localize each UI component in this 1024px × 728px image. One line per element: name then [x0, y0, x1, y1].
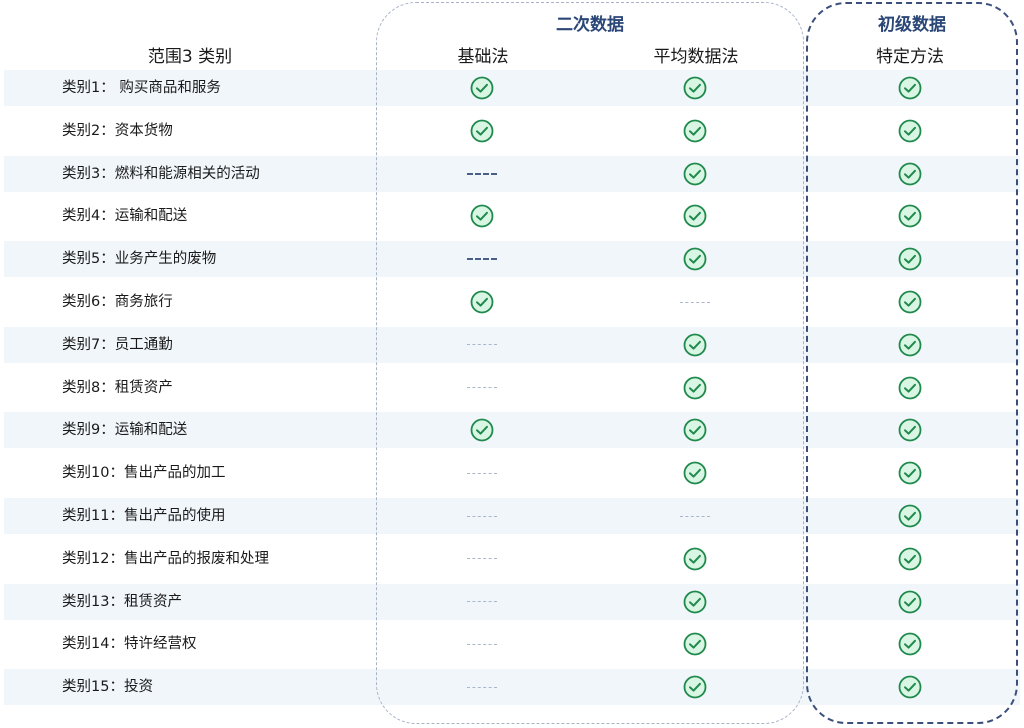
check-icon — [675, 116, 715, 146]
check-icon — [675, 544, 715, 574]
dash-mark — [467, 172, 497, 175]
check-icon — [890, 330, 930, 360]
row-label: 类别15：投资 — [62, 679, 153, 696]
check-icon — [462, 287, 502, 317]
row-label: 类别3：燃料和能源相关的活动 — [62, 165, 260, 182]
check-icon — [675, 587, 715, 617]
check-icon — [462, 201, 502, 231]
check-icon — [890, 415, 930, 445]
category-column-header: 范围3 类别 — [147, 47, 233, 67]
average-data-method-column-header: 平均数据法 — [653, 47, 739, 67]
check-icon — [462, 116, 502, 146]
check-icon — [890, 672, 930, 702]
check-icon — [675, 159, 715, 189]
dash-icon — [462, 159, 502, 189]
check-icon — [890, 544, 930, 574]
dash-mark — [467, 601, 497, 603]
check-icon — [675, 629, 715, 659]
secondary-data-group-box — [376, 2, 804, 724]
check-icon — [890, 73, 930, 103]
row-label: 类别4：运输和配送 — [62, 208, 188, 225]
check-icon — [890, 201, 930, 231]
check-icon — [890, 629, 930, 659]
dash-icon — [462, 373, 502, 403]
check-icon — [675, 201, 715, 231]
check-icon — [890, 373, 930, 403]
check-icon — [890, 501, 930, 531]
row-label: 类别8：租赁资产 — [62, 379, 173, 396]
row-label: 类别5：业务产生的废物 — [62, 251, 217, 268]
dash-mark — [467, 558, 497, 560]
check-icon — [675, 458, 715, 488]
dash-icon — [462, 501, 502, 531]
check-icon — [675, 73, 715, 103]
dash-icon — [462, 544, 502, 574]
row-label: 类别2：资本货物 — [62, 122, 173, 139]
check-icon — [890, 116, 930, 146]
row-label: 类别13：租赁资产 — [62, 593, 182, 610]
dash-mark — [680, 301, 710, 303]
dash-mark — [680, 515, 710, 517]
check-icon — [890, 159, 930, 189]
dash-mark — [467, 258, 497, 261]
dash-icon — [462, 672, 502, 702]
check-icon — [890, 244, 930, 274]
check-icon — [675, 244, 715, 274]
dash-mark — [467, 643, 497, 645]
dash-icon — [462, 587, 502, 617]
check-icon — [675, 373, 715, 403]
row-label: 类别7：员工通勤 — [62, 336, 173, 353]
check-icon — [462, 73, 502, 103]
check-icon — [675, 330, 715, 360]
row-label: 类别11：售出产品的使用 — [62, 508, 226, 524]
dash-mark — [467, 344, 497, 346]
check-icon — [890, 587, 930, 617]
check-icon — [675, 672, 715, 702]
dash-icon — [462, 629, 502, 659]
basic-method-column-header: 基础法 — [457, 47, 509, 67]
primary-data-title: 初级数据 — [878, 15, 946, 35]
check-icon — [675, 415, 715, 445]
row-label: 类别10：售出产品的加工 — [62, 465, 226, 482]
row-label: 类别1： 购买商品和服务 — [62, 80, 221, 96]
dash-mark — [467, 515, 497, 517]
row-label: 类别14：特许经营权 — [62, 636, 197, 653]
dash-mark — [467, 472, 497, 474]
dash-icon — [675, 501, 715, 531]
row-label: 类别12：售出产品的报废和处理 — [62, 550, 269, 567]
dash-mark — [467, 686, 497, 688]
check-icon — [890, 458, 930, 488]
comparison-table: 二次数据 初级数据 范围3 类别 基础法 平均数据法 特定方法 类别1： 购买商… — [0, 0, 1024, 728]
dash-icon — [462, 330, 502, 360]
dash-icon — [462, 458, 502, 488]
check-icon — [890, 287, 930, 317]
row-label: 类别9：运输和配送 — [62, 422, 188, 439]
specific-method-column-header: 特定方法 — [876, 47, 944, 67]
check-icon — [462, 415, 502, 445]
secondary-data-title: 二次数据 — [556, 15, 624, 35]
dash-icon — [462, 244, 502, 274]
row-label: 类别6：商务旅行 — [62, 294, 173, 310]
dash-icon — [675, 287, 715, 317]
dash-mark — [467, 387, 497, 389]
